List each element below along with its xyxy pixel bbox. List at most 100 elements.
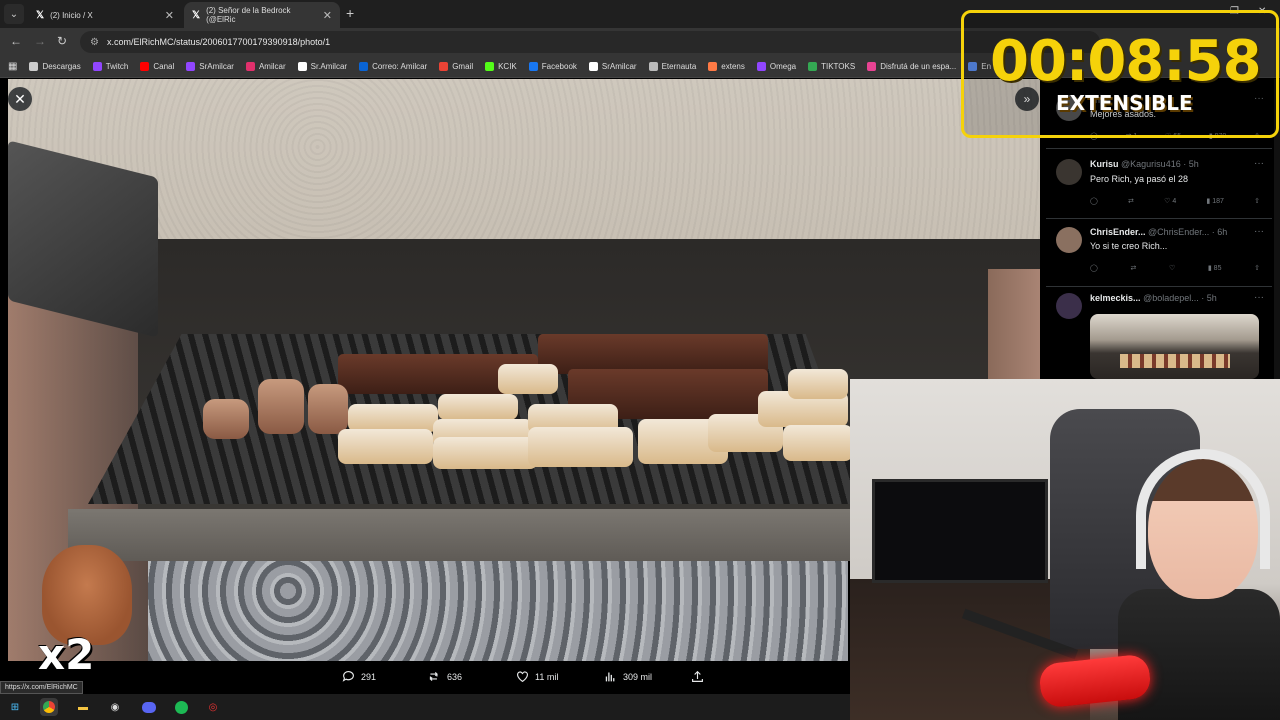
views-count: 309 mil (623, 671, 653, 682)
gmail-icon (439, 62, 449, 71)
url-text: x.com/ElRichMC/status/200601770017939091… (106, 37, 331, 47)
chrome-icon[interactable] (40, 698, 58, 716)
reply-author[interactable]: ChrisEnder... @ChrisEnder... · 6h (1090, 227, 1227, 237)
repost-icon[interactable]: ⇄ (1130, 264, 1136, 272)
reply-text: Yo si te creo Rich... (1090, 241, 1168, 251)
reply-button[interactable]: 291 (342, 670, 376, 683)
windows-start-icon[interactable]: ⊞ (6, 698, 24, 716)
taskbar: ⊞ ▬ ◉ ◎ (0, 694, 850, 720)
emote-multiplier: x2 (38, 630, 95, 679)
extension-icon (708, 62, 718, 71)
bookmark-item[interactable]: SrAmilcar (186, 62, 234, 71)
bookmark-item[interactable]: Omega (756, 62, 796, 71)
twitch-icon (756, 62, 766, 71)
drive-icon (808, 62, 818, 71)
youtube-icon (140, 62, 150, 71)
bookmark-item[interactable]: Sr.Amilcar (297, 62, 347, 71)
bookmark-item[interactable]: Descargas (29, 62, 81, 71)
file-explorer-icon[interactable]: ▬ (74, 698, 92, 716)
headset (1136, 449, 1270, 569)
share-button[interactable] (691, 670, 704, 683)
views-icon[interactable]: ▮ 85 (1208, 264, 1222, 272)
reply-icon[interactable]: ◯ (1090, 197, 1098, 205)
like-button[interactable]: 11 mil (516, 670, 558, 683)
bookmark-item[interactable]: extens (708, 62, 745, 71)
back-icon[interactable]: ← (10, 34, 22, 48)
reply-count: 291 (361, 671, 377, 682)
webcam-feed (850, 379, 1280, 720)
coals (148, 561, 848, 661)
repost-count: 636 (447, 671, 463, 682)
site-info-icon[interactable]: ⚙ (90, 37, 99, 48)
bookmark-item[interactable]: Disfrutá de un espa... (867, 62, 956, 71)
like-count: 11 mil (535, 671, 559, 682)
bookmark-item[interactable]: KCIK (485, 62, 517, 71)
spotify-icon[interactable] (172, 698, 190, 716)
new-tab-button[interactable]: + (346, 5, 354, 21)
forward-icon[interactable]: → (34, 34, 46, 48)
stream-timer-overlay: 00:08:58 EXTENSIBLE (961, 10, 1279, 138)
bookmark-item[interactable]: TIKTOKS (808, 62, 855, 71)
facebook-icon (528, 62, 538, 71)
avatar[interactable] (1056, 227, 1082, 253)
views-button[interactable]: 309 mil (604, 670, 652, 683)
discord-icon[interactable] (140, 698, 158, 716)
obs-icon[interactable]: ◉ (106, 698, 124, 716)
twitch-icon (186, 62, 196, 71)
more-icon[interactable]: ··· (1254, 226, 1264, 237)
views-icon (605, 672, 615, 682)
bookmark-item[interactable]: Twitch (92, 62, 128, 71)
reload-icon[interactable]: ↻ (57, 34, 67, 48)
tiktok-icon (588, 62, 598, 71)
reply-stats: ◯ ⇄ ♡ ▮ 85 ⇧ (1090, 264, 1260, 272)
heart-icon (517, 671, 528, 683)
share-icon[interactable]: ⇧ (1254, 197, 1260, 205)
twitch-icon (92, 62, 102, 71)
apps-icon[interactable]: ▦ (8, 61, 17, 72)
tab-close-icon[interactable]: ✕ (165, 9, 174, 22)
close-icon[interactable]: ✕ (8, 87, 32, 111)
tab-close-icon[interactable]: ✕ (323, 9, 332, 22)
tab-title: (2) Inicio / X (50, 10, 93, 20)
tab-title: (2) Señor de la Bedrock (@ElRic (206, 6, 291, 24)
outlook-icon (359, 62, 369, 71)
timer-label: EXTENSIBLE (1056, 91, 1193, 115)
bookmark-item[interactable]: Canal (140, 62, 174, 71)
more-icon[interactable]: ··· (1254, 158, 1264, 169)
reply-icon[interactable]: ◯ (1090, 264, 1098, 272)
heart-icon[interactable]: ♡ 4 (1164, 197, 1176, 205)
bookmark-item[interactable]: SrAmilcar (588, 62, 637, 71)
tab-home[interactable]: 𝕏 (2) Inicio / X ✕ (28, 2, 182, 28)
app-icon[interactable]: ◎ (204, 698, 222, 716)
x-icon (297, 62, 307, 71)
bookmark-item[interactable]: Amilcar (245, 62, 286, 71)
bookmark-item[interactable]: Eternauta (648, 62, 696, 71)
bookmark-item[interactable]: Correo: Amilcar (359, 62, 427, 71)
x-logo-icon: 𝕏 (36, 9, 45, 21)
x-logo-icon: 𝕏 (192, 9, 201, 21)
reply-text: Pero Rich, ya pasó el 28 (1090, 174, 1189, 184)
capybara-emote: x2 (32, 545, 132, 685)
download-icon (29, 62, 39, 71)
reply-item[interactable]: Kurisu @Kagurisu416 · 5h Pero Rich, ya p… (1046, 151, 1272, 219)
heart-icon[interactable]: ♡ (1169, 264, 1175, 272)
reply-author[interactable]: Kurisu @Kagurisu416 · 5h (1090, 159, 1199, 169)
avatar[interactable] (1056, 293, 1082, 319)
tab-search-button[interactable]: ⌄ (4, 4, 24, 24)
repost-button[interactable]: 636 (428, 670, 462, 683)
reply-media-image[interactable] (1090, 314, 1259, 379)
television (872, 479, 1048, 583)
bookmark-item[interactable]: Gmail (439, 62, 473, 71)
bookmark-item[interactable]: Facebook (528, 62, 577, 71)
repost-icon[interactable]: ⇄ (1128, 197, 1134, 205)
views-icon[interactable]: ▮ 187 (1206, 197, 1223, 205)
reply-item[interactable]: ChrisEnder... @ChrisEnder... · 6h Yo si … (1046, 219, 1272, 287)
share-icon[interactable]: ⇧ (1254, 264, 1260, 272)
reply-author[interactable]: kelmeckis... @boladepel... · 5h (1090, 293, 1217, 303)
tab-post[interactable]: 𝕏 (2) Señor de la Bedrock (@ElRic ✕ (184, 2, 340, 28)
more-icon[interactable]: ··· (1254, 292, 1264, 303)
address-bar[interactable]: ⚙ x.com/ElRichMC/status/2006017700179390… (80, 31, 1100, 53)
avatar[interactable] (1056, 159, 1082, 185)
timer-display: 00:08:58 (990, 29, 1262, 94)
reply-stats: ◯ ⇄ ♡ 4 ▮ 187 ⇧ (1090, 197, 1260, 205)
